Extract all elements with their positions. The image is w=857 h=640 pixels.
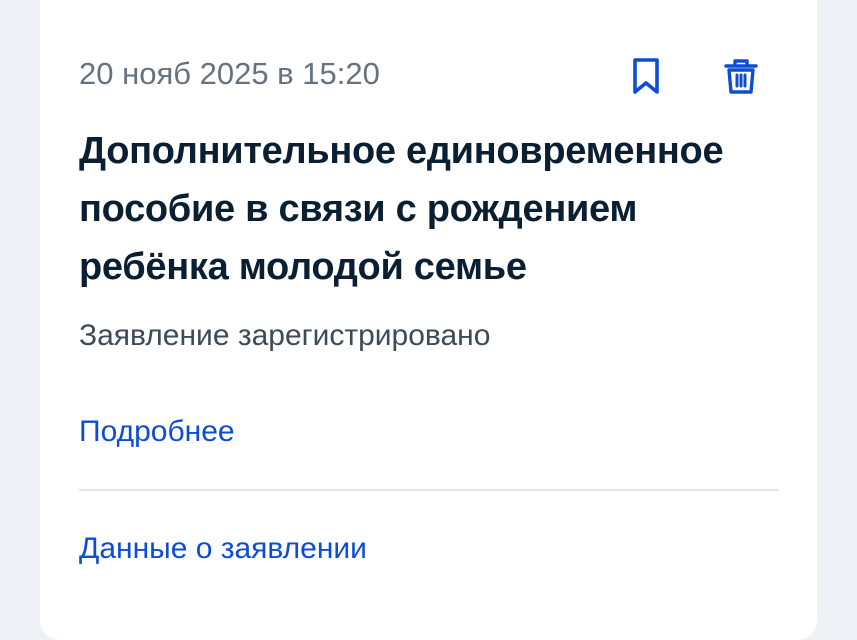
application-data-link[interactable]: Данные о заявлении [79, 531, 367, 567]
details-link[interactable]: Подробнее [79, 414, 235, 450]
status-text: Заявление зарегистрировано [79, 319, 491, 352]
trash-icon [724, 59, 758, 94]
bookmark-button[interactable] [626, 56, 666, 96]
divider [79, 489, 779, 491]
bookmark-icon [633, 58, 659, 94]
service-title: Дополнительное единовременное пособие в … [79, 130, 724, 288]
delete-button[interactable] [721, 56, 761, 96]
card-date: 20 нояб 2025 в 15:20 [79, 56, 380, 91]
application-card: 20 нояб 2025 в 15:20 Дополнительное един… [40, 0, 817, 640]
